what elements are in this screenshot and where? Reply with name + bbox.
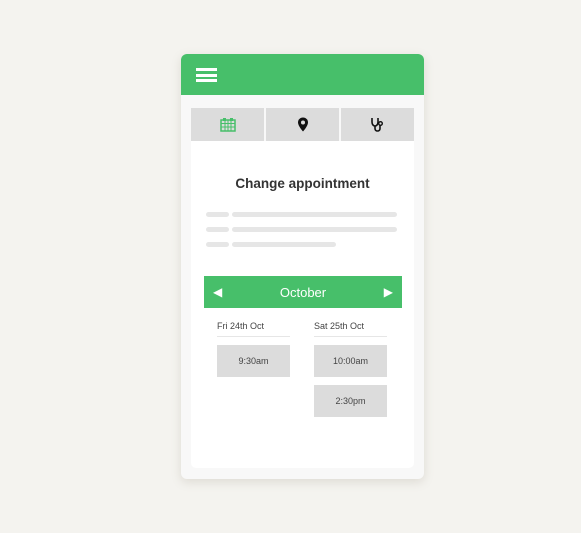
- day-label: Sat 25th Oct: [314, 321, 387, 337]
- time-slot-button[interactable]: 9:30am: [217, 345, 290, 377]
- placeholder-line: [232, 242, 336, 247]
- month-label: October: [279, 285, 327, 300]
- placeholder-line: [206, 227, 229, 232]
- stethoscope-icon: [371, 118, 383, 132]
- tab-doctor[interactable]: [341, 108, 414, 141]
- calendar-icon: [219, 118, 236, 132]
- content-card: Change appointment ◀ October ▶ Fri 24th …: [191, 141, 414, 468]
- tab-location[interactable]: [266, 108, 339, 141]
- day-label: Fri 24th Oct: [217, 321, 290, 337]
- map-pin-icon: [297, 117, 308, 132]
- tab-bar: [191, 108, 414, 141]
- time-slot-button[interactable]: 2:30pm: [314, 385, 387, 417]
- tab-calendar[interactable]: [191, 108, 264, 141]
- month-selector: ◀ October ▶: [204, 276, 402, 308]
- next-month-button[interactable]: ▶: [384, 285, 393, 299]
- time-slot-button[interactable]: 10:00am: [314, 345, 387, 377]
- placeholder-line: [232, 212, 397, 217]
- placeholder-line: [206, 212, 229, 217]
- page-title: Change appointment: [235, 176, 370, 191]
- day-column: Fri 24th Oct 9:30am: [217, 321, 290, 377]
- phone-frame: Change appointment ◀ October ▶ Fri 24th …: [181, 54, 424, 479]
- hamburger-icon[interactable]: [196, 68, 217, 82]
- day-column: Sat 25th Oct 10:00am 2:30pm: [314, 321, 387, 417]
- placeholder-line: [232, 227, 397, 232]
- placeholder-line: [206, 242, 229, 247]
- top-bar: [181, 54, 424, 95]
